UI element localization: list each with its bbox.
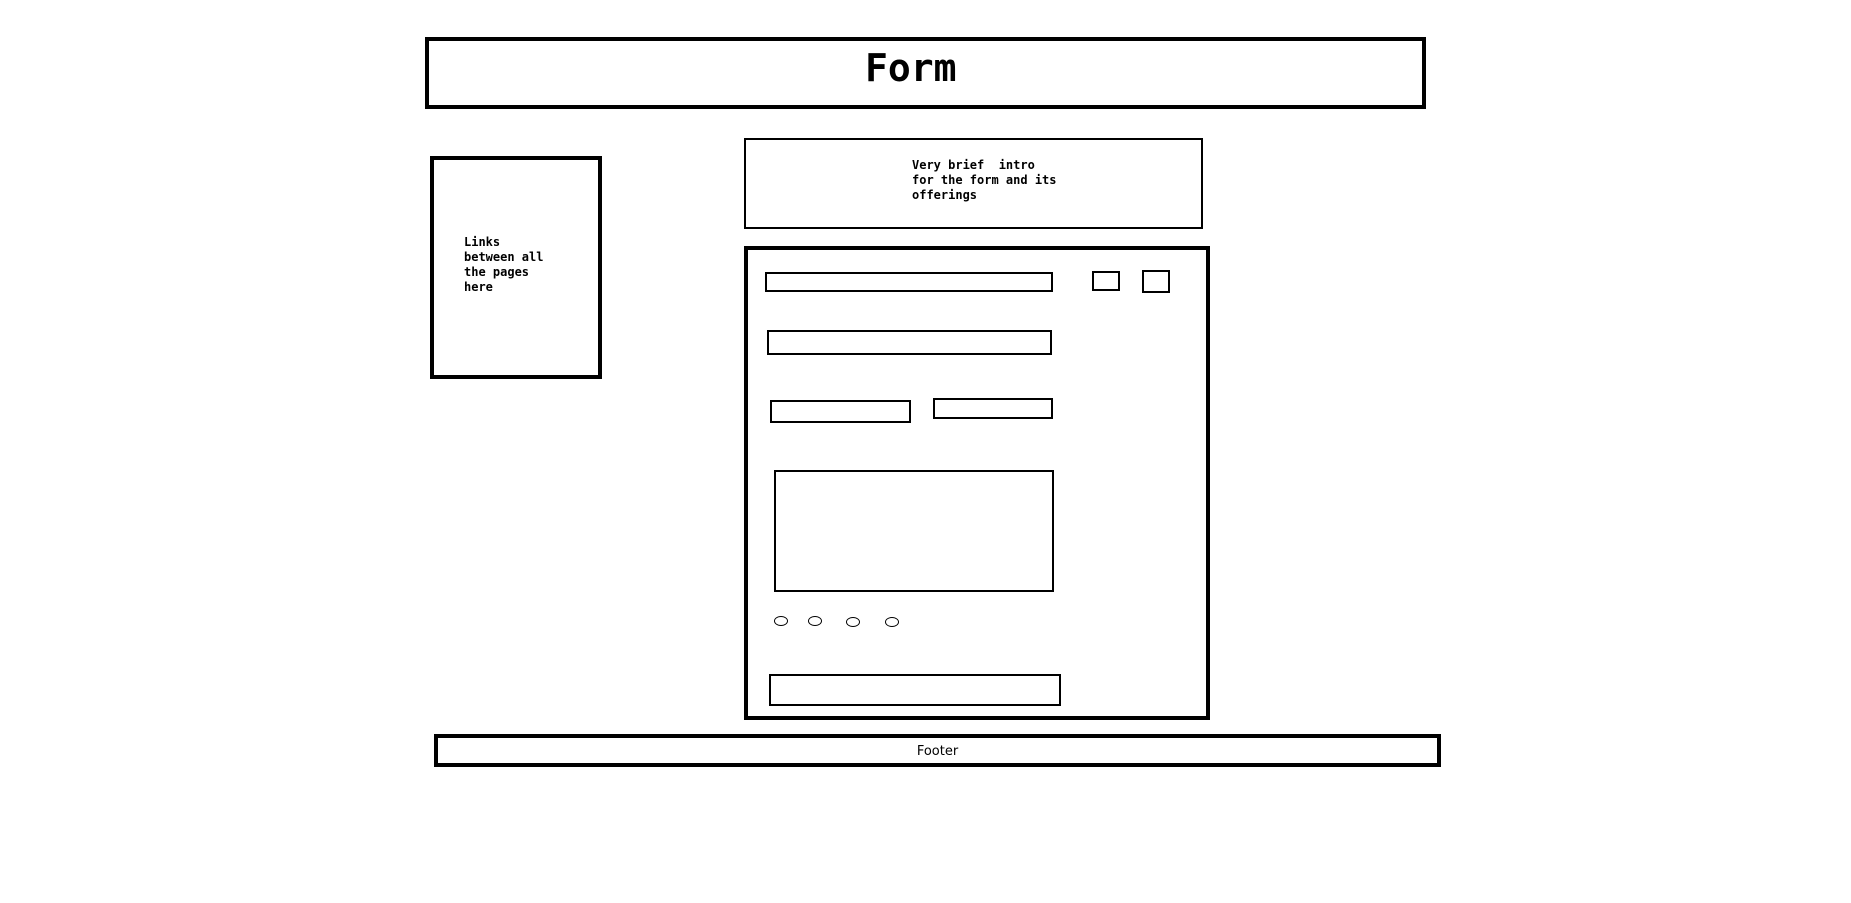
- header-box: Form: [425, 37, 1426, 109]
- form-radio-1[interactable]: [774, 616, 788, 626]
- form-radio-2[interactable]: [808, 616, 822, 626]
- page-title: Form: [865, 46, 957, 90]
- form-field-2[interactable]: [767, 330, 1052, 355]
- form-radio-3[interactable]: [846, 617, 860, 627]
- nav-links-box[interactable]: Links between all the pages here: [430, 156, 602, 379]
- form-textarea[interactable]: [774, 470, 1054, 592]
- form-field-3b[interactable]: [933, 398, 1053, 419]
- footer-text: Footer: [916, 744, 959, 759]
- intro-box: Very brief intro for the form and its of…: [744, 138, 1203, 229]
- nav-links-text: Links between all the pages here: [464, 235, 544, 294]
- form-field-1[interactable]: [765, 272, 1053, 292]
- form-small-button-2[interactable]: [1142, 270, 1170, 293]
- form-radio-4[interactable]: [885, 617, 899, 627]
- form-small-button-1[interactable]: [1092, 271, 1120, 291]
- form-submit-button[interactable]: [769, 674, 1061, 706]
- form-field-3a[interactable]: [770, 400, 911, 423]
- intro-text: Very brief intro for the form and its of…: [912, 158, 1057, 202]
- form-box: [744, 246, 1210, 720]
- footer-box: Footer: [434, 734, 1441, 767]
